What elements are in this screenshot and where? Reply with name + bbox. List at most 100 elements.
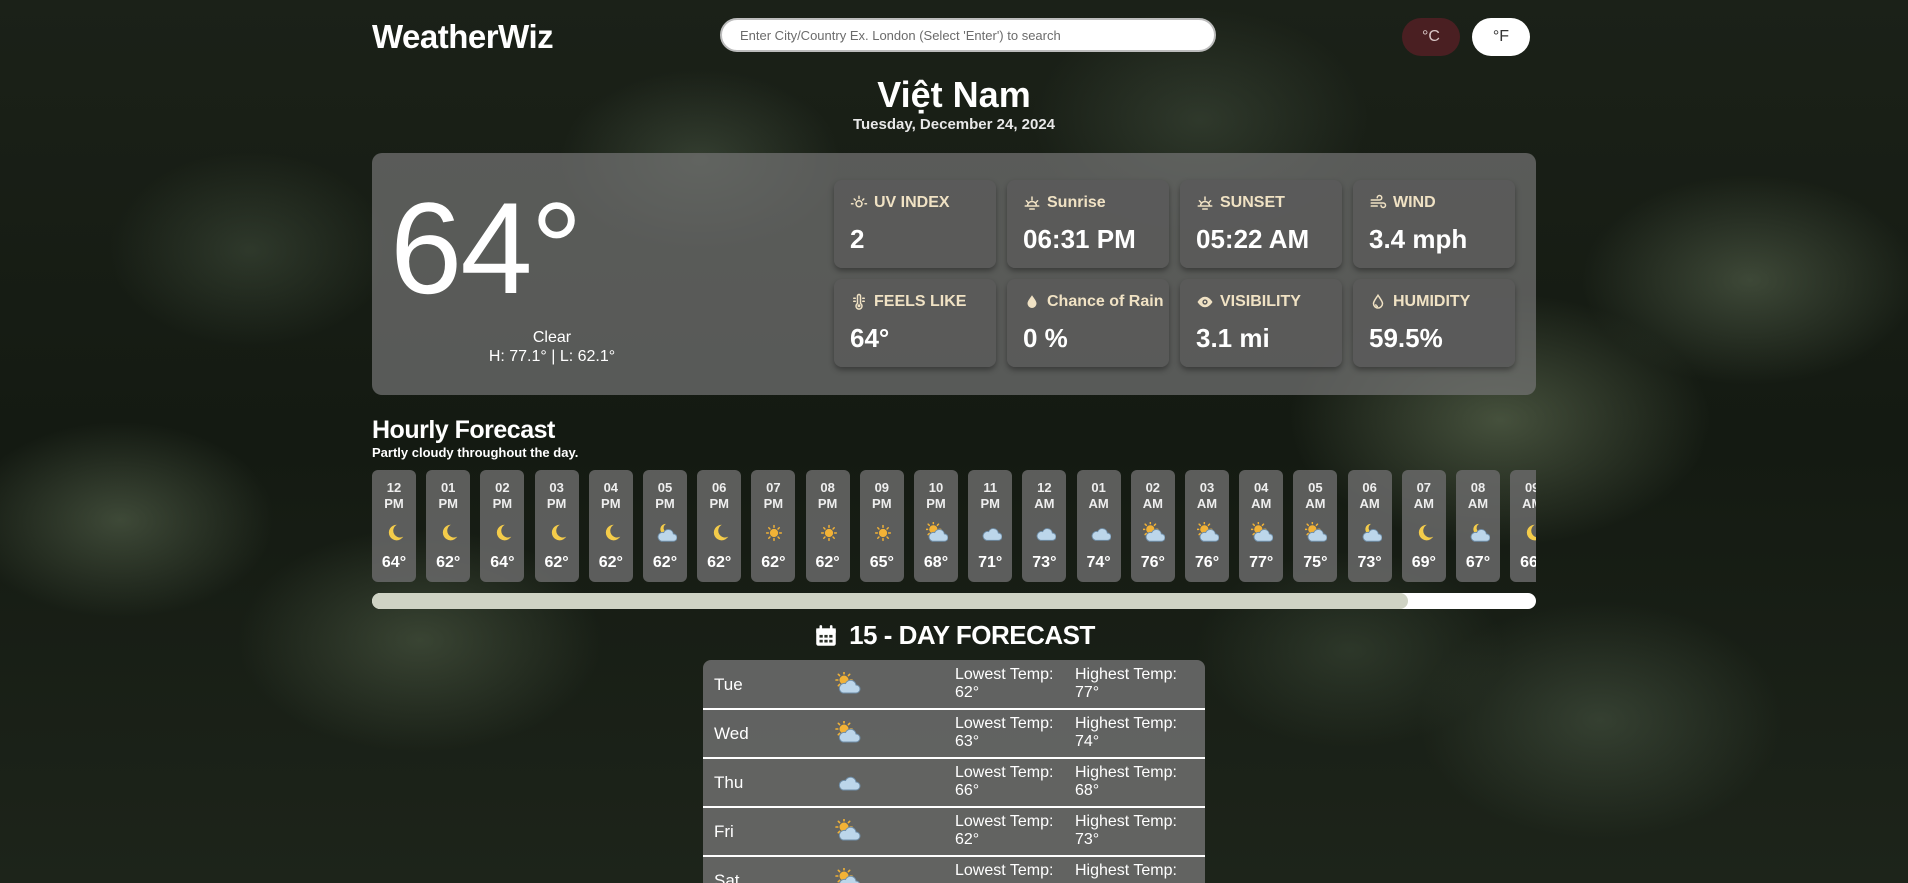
lowest-temp-value: 63° — [955, 733, 980, 750]
hour-period: AM — [1359, 496, 1380, 511]
hour-time: 08 PM — [806, 480, 850, 512]
highest-temp-value: 73° — [1075, 831, 1100, 848]
hour-time: 12 PM — [372, 480, 416, 512]
hourly-card: 09 PM 65° — [859, 470, 904, 582]
highest-temp-label: Highest Temp: — [1075, 862, 1177, 879]
hour-temperature: 73° — [1032, 554, 1057, 571]
hourly-card: 08 AM 67° — [1456, 470, 1500, 582]
stat-label-text: HUMIDITY — [1393, 293, 1471, 310]
hour-number: 05 — [1308, 480, 1323, 495]
hour-time: 02 PM — [480, 480, 524, 512]
search-input[interactable] — [720, 18, 1216, 52]
hour-time: 01 AM — [1077, 480, 1121, 512]
highest-temp-value: 77° — [1075, 684, 1100, 701]
hourly-scrollbar[interactable] — [372, 593, 1536, 609]
cloud-sun-icon — [834, 671, 862, 696]
stat-label-text: Sunrise — [1047, 194, 1106, 211]
hour-period: PM — [546, 496, 567, 511]
cloud-moon-icon — [655, 522, 678, 544]
cloud-sun-icon — [1196, 521, 1220, 544]
hour-period: AM — [1413, 496, 1434, 511]
thermometer-icon — [853, 293, 865, 310]
lowest-temp: Lowest Temp: 62° — [955, 666, 1065, 702]
stat-value: 05:22 AM — [1196, 224, 1310, 254]
hour-period: PM — [601, 496, 621, 511]
hourly-scrollbar-thumb[interactable] — [372, 593, 1408, 609]
daily-forecast-list[interactable]: Tue Lowest Temp: 62° Highest Temp: 77° Wed Low… — [703, 660, 1205, 883]
hour-period: AM — [1251, 496, 1272, 511]
hour-period: PM — [438, 496, 458, 511]
hour-temperature: 67° — [1465, 554, 1491, 571]
fahrenheit-button[interactable]: °F — [1472, 18, 1530, 56]
stat-label: SUNSET — [1196, 194, 1285, 212]
app-logo[interactable]: WeatherWiz — [372, 18, 554, 56]
cloud-sun-icon — [1304, 521, 1328, 544]
hour-temperature: 75° — [1303, 554, 1328, 571]
hour-time: 06 AM — [1348, 480, 1392, 512]
hour-time: 07 PM — [751, 480, 795, 512]
cloud-sun-icon — [1142, 521, 1166, 544]
hour-period: PM — [926, 496, 946, 511]
hourly-forecast-strip[interactable]: 12 PM 64° 01 PM 62° 02 PM 64° 03 PM 62° 04 PM 62° 05 PM 6… — [372, 470, 1536, 582]
sun-icon — [763, 522, 785, 544]
hourly-card: 06 AM 73° — [1347, 470, 1392, 582]
hour-number: 02 — [1145, 480, 1161, 495]
hour-temperature: 76° — [1140, 554, 1165, 571]
hour-temperature: 76° — [1194, 554, 1220, 571]
sun-icon — [872, 522, 894, 544]
stat-label: Sunrise — [1023, 194, 1106, 212]
stat-label: UV INDEX — [850, 194, 950, 212]
moon-icon — [709, 522, 731, 544]
hour-number: 11 — [983, 480, 998, 495]
hour-time: 03 PM — [535, 480, 579, 512]
hour-number: 04 — [603, 480, 619, 495]
hour-time: 04 AM — [1239, 480, 1283, 512]
lowest-temp-value: 66° — [955, 782, 980, 799]
stat-card-feels-like: FEELS LIKE 64° — [834, 279, 996, 367]
stat-card-uv-index: UV INDEX 2 — [834, 180, 996, 268]
cloud-moon-icon — [1468, 522, 1491, 544]
cloud-sun-icon — [834, 818, 862, 843]
hourly-forecast-subtitle: Partly cloudy throughout the day. — [372, 445, 579, 460]
hourly-card: 05 PM 62° — [643, 470, 687, 582]
hourly-forecast-title: Hourly Forecast — [372, 416, 555, 444]
hour-number: 12 — [386, 480, 402, 495]
hour-period: PM — [980, 496, 1000, 511]
stat-card-wind: WIND 3.4 mph — [1353, 180, 1515, 268]
highest-temp-label: Highest Temp: — [1075, 715, 1177, 732]
lowest-temp-label: Lowest Temp: — [955, 715, 1054, 732]
stat-value: 3.4 mph — [1369, 224, 1468, 254]
hour-time: 09 PM — [860, 480, 904, 512]
hour-period: PM — [817, 496, 838, 511]
lowest-temp: Lowest Temp: 63° — [955, 715, 1065, 751]
hour-period: PM — [655, 496, 675, 511]
lowest-temp-label: Lowest Temp: — [955, 764, 1054, 781]
hourly-card: 04 AM 77° — [1239, 470, 1284, 582]
hour-temperature: 62° — [815, 554, 840, 571]
hourly-card: 01 AM 74° — [1076, 470, 1121, 582]
moon-icon — [1522, 522, 1536, 544]
daily-row: Fri Lowest Temp: 62° Highest Temp: 73° — [703, 807, 1205, 857]
lowest-temp: Lowest Temp: 62° — [955, 813, 1065, 849]
sunrise-icon — [1024, 196, 1040, 210]
lowest-temp: Lowest Temp: 66° — [955, 764, 1065, 800]
hour-number: 08 — [820, 480, 835, 495]
highest-temp: Highest Temp: 77° — [1075, 666, 1195, 702]
hour-temperature: 64° — [490, 554, 515, 571]
hour-temperature: 77° — [1249, 554, 1274, 571]
cloud-moon-icon — [1360, 522, 1383, 544]
moon-icon — [492, 522, 514, 544]
hour-temperature: 64° — [381, 554, 407, 571]
lowest-temp: Lowest Temp: — [955, 862, 1065, 880]
hour-time: 02 AM — [1131, 480, 1175, 512]
hourly-card: 03 AM 76° — [1185, 470, 1229, 582]
hourly-card: 10 PM 68° — [914, 470, 958, 582]
hour-number: 04 — [1253, 480, 1269, 495]
hour-number: 06 — [1362, 480, 1377, 495]
celsius-button[interactable]: °C — [1402, 18, 1460, 56]
highest-temp: Highest Temp: 68° — [1075, 764, 1195, 800]
daily-forecast-title-text: 15 - DAY FORECAST — [849, 620, 1095, 650]
hour-time: 08 AM — [1456, 480, 1500, 512]
cloud-icon — [1034, 522, 1057, 544]
moon-icon — [438, 522, 460, 544]
